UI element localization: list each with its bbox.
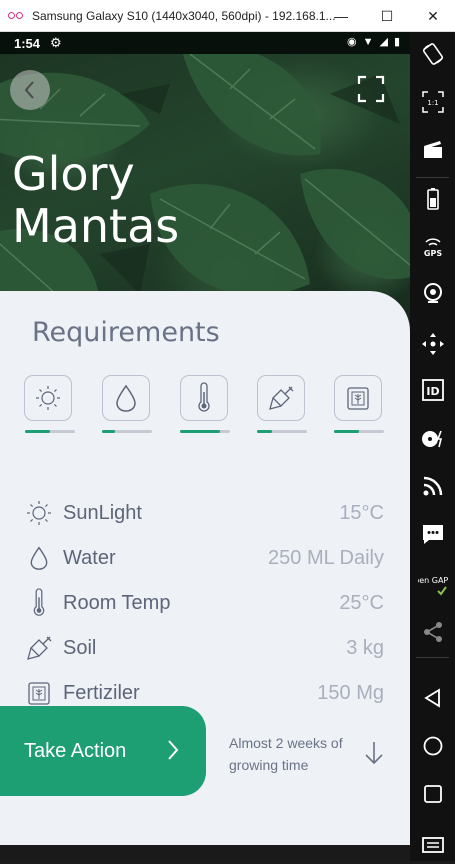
- share-icon[interactable]: [410, 612, 455, 652]
- soil-level-fill: [257, 430, 272, 433]
- sun-icon: [36, 386, 60, 410]
- requirement-label: SunLight: [63, 501, 142, 524]
- growing-time-note: Almost 2 weeks of growing time: [229, 735, 343, 773]
- shovel-icon: [24, 633, 54, 663]
- take-action-label: Take Action: [24, 739, 127, 762]
- requirement-row-water: Water 250 ML Daily: [24, 538, 384, 578]
- signal-icon: ◢: [379, 36, 388, 48]
- thermometer-icon: [198, 382, 210, 412]
- status-icons: ◉ ▼ ◢ ▮: [346, 35, 400, 49]
- soil-tile[interactable]: [257, 375, 305, 421]
- open-gapps-icon[interactable]: Open GAPPS: [410, 565, 455, 605]
- requirement-label: Fertiziler: [63, 681, 140, 704]
- requirement-label: Room Temp: [63, 591, 171, 614]
- fertilizer-level-fill: [334, 430, 359, 433]
- requirement-label: Soil: [63, 636, 97, 659]
- identifiers-label: ID: [426, 385, 439, 398]
- requirement-label: Water: [63, 546, 116, 569]
- open-gapps-label: Open GAPPS: [418, 576, 448, 585]
- home-icon[interactable]: [410, 726, 455, 766]
- android-nav-strip: [0, 845, 410, 861]
- sun-level-fill: [25, 430, 50, 433]
- minimize-button[interactable]: —: [318, 0, 364, 32]
- android-status-bar: 1:54 ⚙ ◉ ▼ ◢ ▮: [0, 32, 410, 54]
- temperature-level-bar: [180, 430, 230, 433]
- identifiers-icon[interactable]: ID: [410, 370, 455, 410]
- sun-icon: [24, 498, 54, 528]
- window-title: Samsung Galaxy S10 (1440x3040, 560dpi) -…: [32, 8, 336, 23]
- chevron-left-icon: [24, 81, 34, 99]
- emulator-toolbar: 1:1 GPS ID Open GAPPS: [410, 32, 455, 861]
- gps-label: GPS: [423, 249, 441, 258]
- fertilizer-level-bar: [334, 430, 384, 433]
- thermometer-icon: [24, 588, 54, 618]
- emulator-title-bar: Samsung Galaxy S10 (1440x3040, 560dpi) -…: [0, 0, 455, 32]
- recent-apps-icon[interactable]: [410, 774, 455, 814]
- requirement-row-sunlight: SunLight 15°C: [24, 493, 384, 533]
- toolbar-divider: [416, 177, 449, 178]
- sms-icon[interactable]: [410, 514, 455, 554]
- maximize-button[interactable]: ☐: [364, 0, 410, 32]
- water-tile[interactable]: [102, 375, 150, 421]
- fertilizer-bag-icon: [24, 678, 54, 708]
- requirement-value: 150 Mg: [317, 681, 384, 704]
- requirement-row-soil: Soil 3 kg: [24, 628, 384, 668]
- fertilizer-bag-icon: [347, 387, 369, 410]
- screencast-icon[interactable]: [410, 130, 455, 170]
- plant-name-title: Glory Mantas: [12, 147, 180, 253]
- genymotion-logo-icon: [8, 11, 26, 21]
- location-icon: ◉: [346, 36, 357, 48]
- fullscreen-icon[interactable]: [357, 75, 385, 103]
- battery-status-icon: ▮: [393, 36, 400, 48]
- shovel-icon: [269, 386, 294, 410]
- requirement-value: 25°C: [339, 591, 384, 614]
- settings-gear-icon: ⚙: [50, 35, 62, 50]
- back-button[interactable]: [10, 70, 50, 110]
- sun-level-bar: [25, 430, 75, 433]
- wifi-icon: ▼: [362, 35, 374, 48]
- device-screen: 1:54 ⚙ ◉ ▼ ◢ ▮ Glory Mantas Requirements…: [0, 32, 410, 861]
- temperature-level-fill: [180, 430, 220, 433]
- requirement-value: 250 ML Daily: [268, 546, 384, 569]
- remote-control-icon[interactable]: [410, 324, 455, 364]
- water-level-bar: [102, 430, 152, 433]
- temperature-tile[interactable]: [180, 375, 228, 421]
- water-drop-icon: [116, 384, 136, 412]
- camera-icon[interactable]: [410, 273, 455, 313]
- close-window-button[interactable]: ✕: [410, 0, 455, 32]
- rss-icon[interactable]: [410, 466, 455, 506]
- disk-icon[interactable]: [410, 419, 455, 459]
- toolbar-divider: [416, 657, 449, 658]
- requirement-value: 15°C: [339, 501, 384, 524]
- rotate-icon[interactable]: [410, 34, 455, 74]
- sun-tile[interactable]: [24, 375, 72, 421]
- soil-level-bar: [257, 430, 307, 433]
- pixel-perfect-label: 1:1: [427, 99, 438, 107]
- chevron-right-icon: [168, 740, 179, 760]
- water-drop-icon: [24, 543, 54, 573]
- water-level-fill: [102, 430, 115, 433]
- battery-icon[interactable]: [410, 179, 455, 219]
- requirement-value: 3 kg: [346, 636, 384, 659]
- fertilizer-tile[interactable]: [334, 375, 382, 421]
- gps-icon[interactable]: GPS: [410, 227, 455, 267]
- requirement-row-room-temp: Room Temp 25°C: [24, 583, 384, 623]
- requirements-heading: Requirements: [32, 317, 220, 348]
- arrow-down-icon[interactable]: [363, 740, 385, 766]
- status-time: 1:54: [14, 35, 41, 51]
- take-action-button[interactable]: Take Action: [0, 706, 206, 796]
- back-icon[interactable]: [410, 678, 455, 718]
- pixel-perfect-icon[interactable]: 1:1: [410, 82, 455, 122]
- menu-icon[interactable]: [410, 824, 455, 864]
